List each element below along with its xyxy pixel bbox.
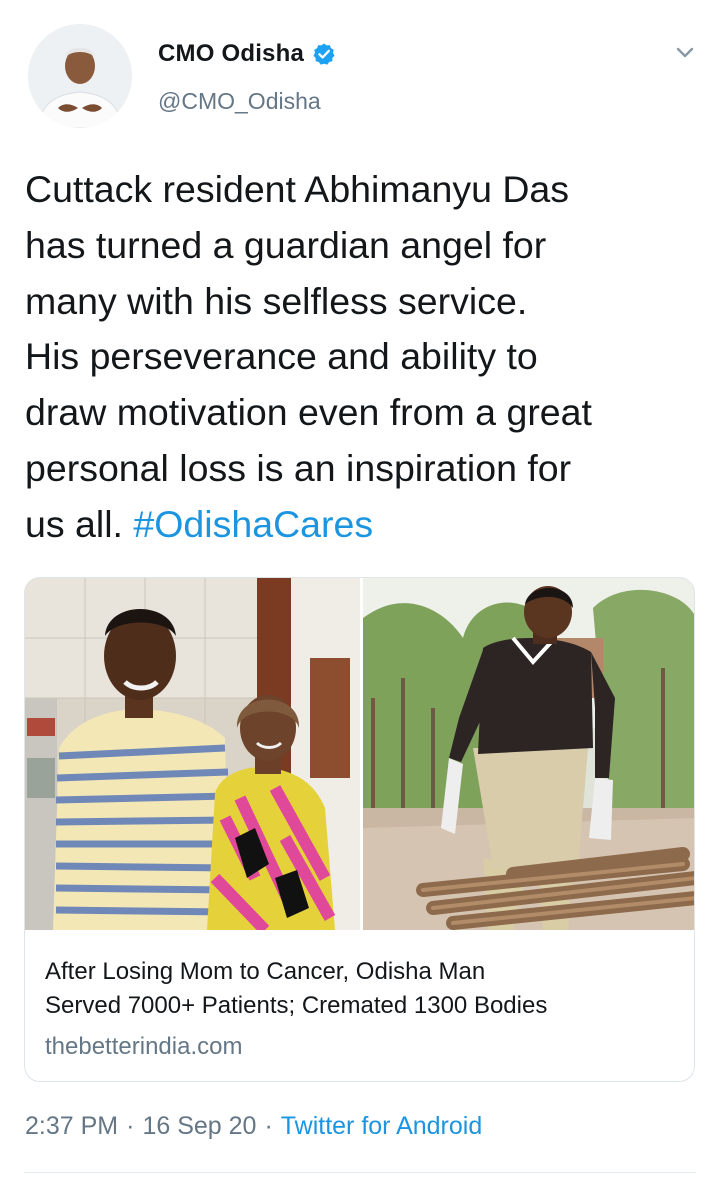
hashtag-link[interactable]: #OdishaCares [133,503,373,545]
tweet-meta: 2:37 PM · 16 Sep 20 · Twitter for Androi… [25,1112,482,1141]
link-preview-card[interactable]: After Losing Mom to Cancer, Odisha Man S… [24,577,695,1082]
card-media [25,578,694,930]
verified-badge-icon [312,42,336,66]
author-display-name[interactable]: CMO Odisha [158,40,304,68]
card-photo-man-with-mother [25,578,360,930]
card-domain: thebetterindia.com [45,1033,243,1060]
meta-separator: · [264,1112,273,1140]
tweet-body-text: Cuttack resident Abhimanyu Das has turne… [25,168,592,545]
author-handle[interactable]: @CMO_Odisha [158,88,321,115]
avatar-image [28,24,132,128]
meta-separator: · [126,1112,135,1140]
tweet-text: Cuttack resident Abhimanyu Das has turne… [25,162,705,553]
card-title: After Losing Mom to Cancer, Odisha Man S… [45,958,548,1019]
tweet-time[interactable]: 2:37 PM [25,1112,118,1141]
divider [24,1172,696,1173]
tweet-date[interactable]: 16 Sep 20 [142,1112,256,1141]
card-photo-man-at-pyre [363,578,694,930]
tweet-source-link[interactable]: Twitter for Android [281,1112,482,1141]
avatar[interactable] [28,24,132,128]
chevron-down-icon[interactable] [670,38,700,68]
author-name-row: CMO Odisha [158,36,336,72]
tweet: CMO Odisha @CMO_Odisha Cuttack resident … [0,0,720,1200]
